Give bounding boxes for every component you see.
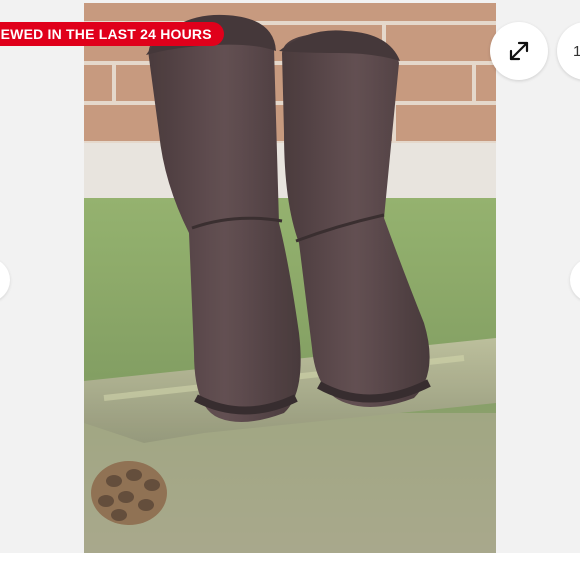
image-counter-button[interactable]: 1 — [557, 22, 580, 80]
recently-viewed-badge: VIEWED IN THE LAST 24 HOURS — [0, 22, 224, 46]
next-image-button[interactable] — [570, 258, 580, 302]
image-viewer: VIEWED IN THE LAST 24 HOURS 1 — [0, 0, 580, 580]
boots-photo-illustration — [84, 3, 496, 553]
expand-button[interactable] — [490, 22, 548, 80]
product-photo[interactable] — [84, 3, 496, 553]
image-stage: VIEWED IN THE LAST 24 HOURS 1 — [0, 0, 580, 553]
image-counter-text: 1 — [573, 42, 580, 60]
expand-arrows-icon — [509, 41, 529, 61]
previous-image-button[interactable] — [0, 258, 10, 302]
bottom-spacer — [0, 553, 580, 580]
